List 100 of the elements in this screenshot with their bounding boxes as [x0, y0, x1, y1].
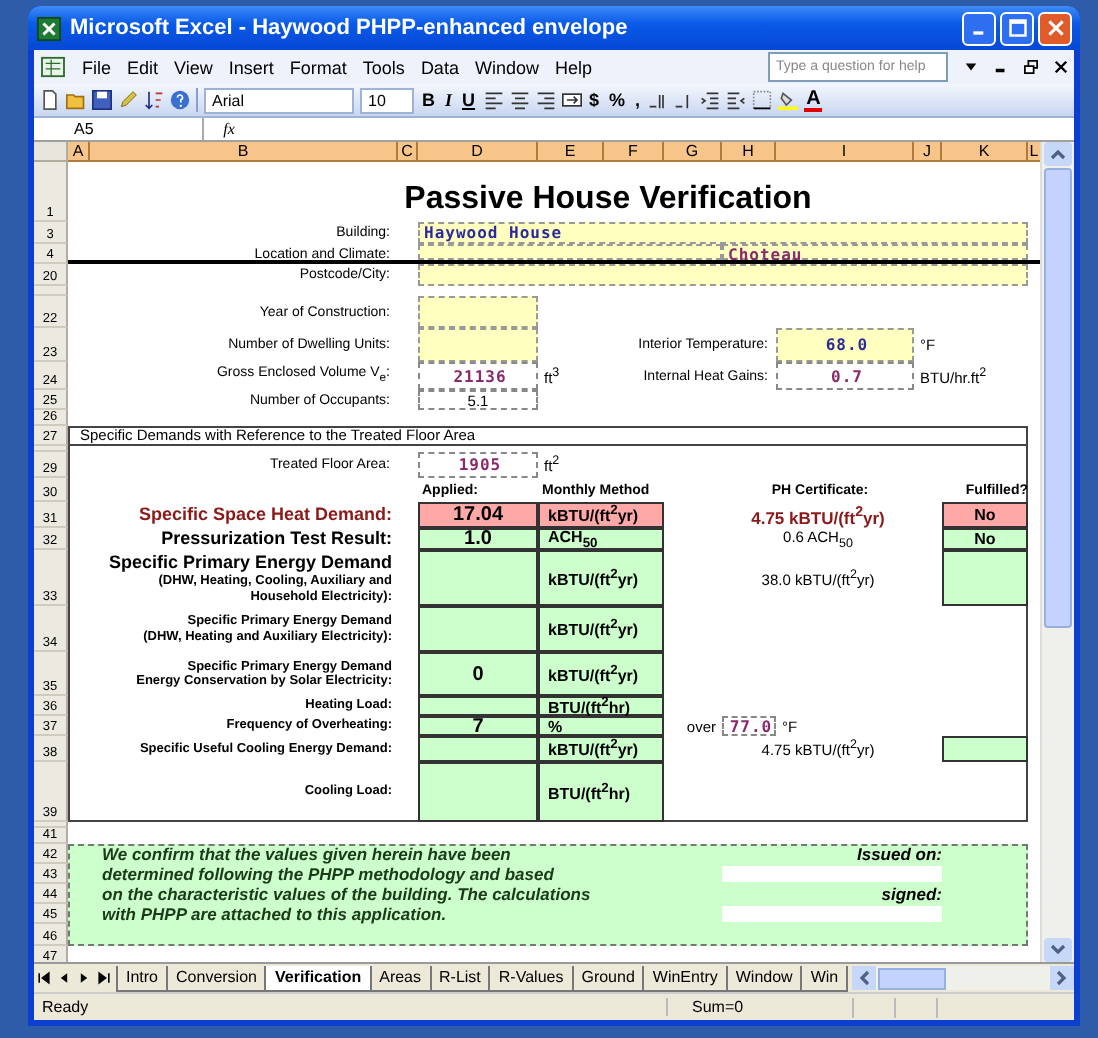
scrollbar-thumb[interactable] — [878, 967, 947, 989]
align-center-icon[interactable] — [509, 90, 530, 110]
next-sheet-icon[interactable] — [76, 970, 92, 986]
status-sum: Sum=0 — [666, 998, 852, 1016]
format-button[interactable]: U — [460, 90, 478, 110]
scroll-up-icon[interactable] — [1044, 142, 1072, 166]
vertical-scrollbar[interactable] — [1040, 142, 1074, 962]
unit-cell: kBTU/(ft$^{2}$yr) — [538, 550, 664, 606]
merge-icon[interactable] — [561, 90, 582, 110]
column-header[interactable]: A — [68, 142, 90, 162]
dwelling-units-field[interactable] — [418, 328, 538, 362]
sheet-tab[interactable]: WinEntry — [642, 965, 728, 991]
close-button[interactable] — [1038, 11, 1072, 45]
sheet-title: Passive House Verification — [402, 182, 814, 220]
sheet-tab[interactable]: Conversion — [166, 965, 267, 991]
sheet-tab[interactable]: Intro — [116, 965, 169, 991]
fulfilled-cell: No — [942, 528, 1028, 550]
number-format-button[interactable]: , — [633, 90, 643, 110]
column-header[interactable]: I — [776, 142, 914, 162]
climate-field[interactable]: Choteau — [722, 244, 1028, 260]
sort-icon[interactable] — [144, 90, 164, 110]
issued-on-field[interactable] — [722, 866, 942, 882]
minimize-button[interactable] — [962, 11, 996, 45]
column-header[interactable]: E — [538, 142, 604, 162]
sheet-tab[interactable]: R-List — [429, 965, 491, 991]
column-header[interactable]: K — [942, 142, 1028, 162]
heat-gains-field: 0.7 — [776, 362, 914, 390]
column-header[interactable]: L — [1028, 142, 1040, 162]
indent-icon[interactable] — [726, 90, 747, 110]
building-field[interactable]: Haywood House — [418, 222, 1028, 244]
threshold-field: 77.0 — [722, 716, 776, 736]
align-right-icon[interactable] — [535, 90, 556, 110]
confirmation-text: with PHPP are attached to this application. — [100, 904, 449, 924]
column-header[interactable]: G — [664, 142, 722, 162]
location-field[interactable] — [418, 244, 722, 260]
sheet-tab[interactable]: Win — [800, 965, 849, 991]
name-box[interactable]: A5 — [34, 118, 204, 140]
increase-decimal-icon[interactable] — [648, 90, 669, 110]
number-format-button[interactable]: % — [607, 90, 628, 110]
fill-color-icon[interactable] — [778, 90, 799, 110]
unit-cell: % — [538, 716, 664, 736]
column-header[interactable]: H — [722, 142, 776, 162]
horizontal-scrollbar[interactable] — [852, 966, 1074, 990]
scroll-left-icon[interactable] — [852, 966, 877, 990]
menu-item[interactable]: View — [174, 57, 213, 77]
font-dropdown[interactable]: Arial — [204, 87, 354, 113]
restore-icon[interactable] — [1024, 60, 1038, 74]
save-icon[interactable] — [92, 90, 112, 110]
requirement-label: Pressurization Test Result: — [161, 528, 392, 550]
maximize-button[interactable] — [1000, 11, 1034, 45]
menu-item[interactable]: Help — [554, 57, 592, 77]
help-icon[interactable] — [170, 90, 190, 110]
scroll-right-icon[interactable] — [1050, 966, 1074, 990]
signature-field[interactable] — [722, 906, 942, 922]
postcode-field[interactable] — [418, 264, 1028, 286]
align-left-icon[interactable] — [483, 90, 504, 110]
menu-item[interactable]: Data — [420, 57, 459, 77]
applied-value-cell: 17.04 — [418, 502, 538, 528]
floor-area-field: 1905 — [418, 452, 538, 478]
font-size-dropdown[interactable]: 10 — [360, 87, 414, 113]
folder-icon[interactable] — [66, 90, 86, 110]
unit-cell: kBTU/(ft$^{2}$yr) — [538, 736, 664, 762]
column-header[interactable]: D — [418, 142, 538, 162]
column-header[interactable]: F — [604, 142, 664, 162]
number-format-button[interactable]: $ — [587, 90, 602, 110]
interior-temperature-field[interactable]: 68.0 — [776, 328, 914, 362]
column-header[interactable]: J — [914, 142, 942, 162]
menu-item[interactable]: Edit — [127, 57, 159, 77]
borders-icon[interactable] — [752, 90, 773, 110]
confirmation-text: determined following the PHPP methodology and based — [100, 864, 556, 884]
maximize-icon[interactable] — [1007, 18, 1027, 38]
menu-item[interactable]: Insert — [228, 57, 274, 77]
scroll-down-icon[interactable] — [1044, 938, 1072, 962]
sheet-tab[interactable]: Window — [725, 965, 803, 991]
column-header[interactable]: B — [90, 142, 398, 162]
menu-item[interactable]: Window — [474, 57, 539, 77]
menu-item[interactable]: Format — [289, 57, 347, 77]
last-sheet-icon[interactable] — [96, 970, 112, 986]
sheet-tab[interactable]: Verification — [264, 965, 372, 991]
indent-icon[interactable] — [700, 90, 721, 110]
sheet-tab[interactable]: Areas — [369, 965, 432, 991]
close-icon[interactable] — [1054, 60, 1068, 74]
sheet-tab[interactable]: R-Values — [488, 965, 574, 991]
font-color-button[interactable]: A — [804, 89, 823, 111]
menu-item[interactable]: Tools — [362, 57, 405, 77]
format-button[interactable]: B — [420, 90, 437, 110]
insert-function-button[interactable]: fx — [204, 120, 254, 138]
menu-item[interactable]: File — [82, 57, 112, 77]
scrollbar-thumb[interactable] — [1044, 168, 1072, 628]
applied-value-cell: 0 — [418, 652, 538, 696]
spreadsheet-icon[interactable] — [40, 56, 66, 78]
first-sheet-icon[interactable] — [36, 970, 52, 986]
new-file-icon[interactable] — [40, 90, 60, 110]
sheet-tab[interactable]: Ground — [571, 965, 645, 991]
year-field[interactable] — [418, 296, 538, 328]
previous-sheet-icon[interactable] — [56, 970, 72, 986]
format-button[interactable]: I — [443, 90, 455, 110]
column-header[interactable]: C — [398, 142, 418, 162]
dropdown-arrow-icon[interactable] — [964, 60, 978, 74]
requirement-label: Specific Primary Energy Demand — [108, 552, 392, 574]
